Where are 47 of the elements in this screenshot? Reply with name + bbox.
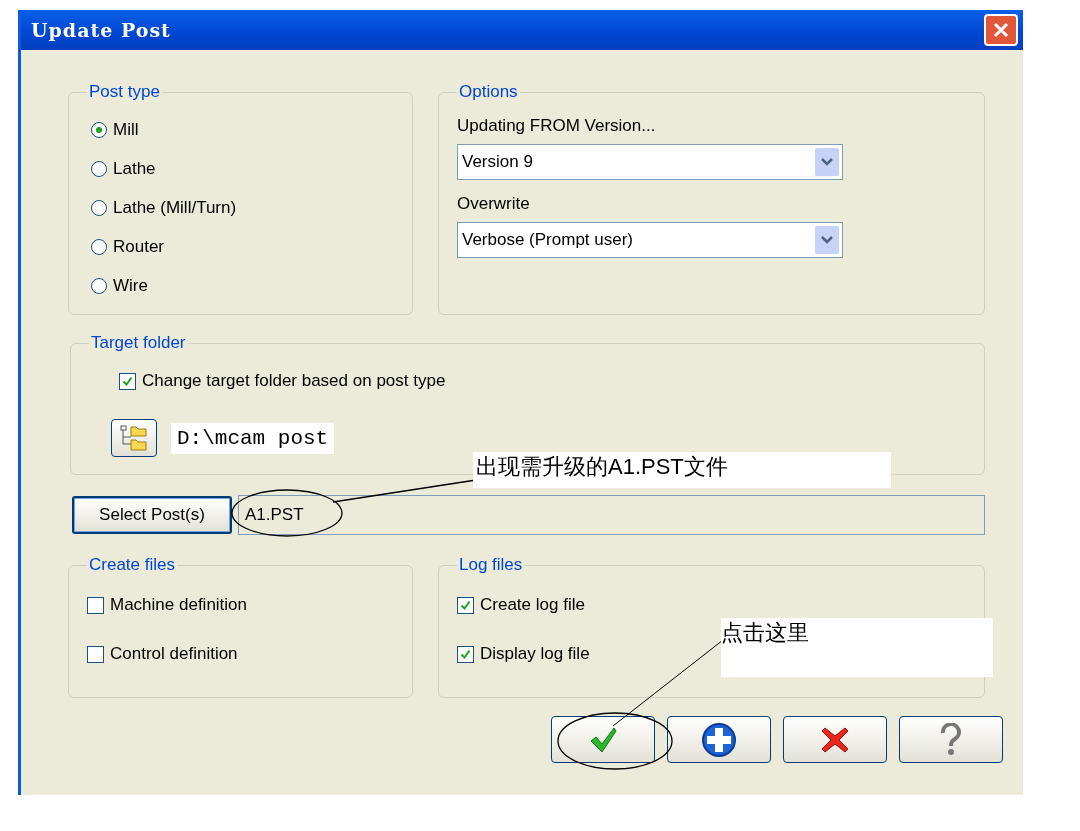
- plus-icon: [701, 721, 737, 758]
- help-button[interactable]: [899, 716, 1003, 763]
- overwrite-dropdown[interactable]: Verbose (Prompt user): [457, 222, 843, 258]
- selected-posts-field[interactable]: A1.PST: [238, 495, 985, 535]
- group-title: Target folder: [90, 333, 187, 353]
- folder-path: D:\mcam post: [171, 422, 335, 454]
- field-label: Overwrite: [457, 194, 531, 214]
- checkmark-icon: [460, 599, 471, 611]
- radio-button[interactable]: [91, 239, 107, 255]
- select-posts-button[interactable]: Select Post(s): [72, 496, 232, 534]
- radio-label: Wire: [113, 276, 148, 296]
- radio-button[interactable]: [91, 278, 107, 294]
- field-label: Updating FROM Version...: [457, 116, 657, 136]
- ok-button[interactable]: [551, 716, 655, 763]
- group-title: Create files: [88, 555, 176, 575]
- checkbox[interactable]: [87, 645, 104, 663]
- checkbox[interactable]: [119, 372, 136, 390]
- checkmark-icon: [122, 375, 133, 387]
- checkbox[interactable]: [457, 596, 474, 614]
- checkbox-label: Display log file: [480, 644, 590, 664]
- checkbox-label: Control definition: [110, 644, 238, 664]
- group-title: Options: [458, 82, 519, 102]
- checkbox-label: Create log file: [480, 595, 585, 615]
- checkmark-icon: [460, 648, 471, 660]
- window-title: Update Post: [31, 19, 171, 41]
- radio-label: Lathe: [113, 159, 156, 179]
- folder-tree-icon: [119, 424, 149, 452]
- group-title: Post type: [88, 82, 161, 102]
- close-icon: [992, 21, 1010, 39]
- checkbox-label: Machine definition: [110, 595, 248, 615]
- radio-button[interactable]: [91, 161, 107, 177]
- radio-label: Router: [113, 237, 165, 257]
- checkbox[interactable]: [457, 645, 474, 663]
- annotation-label: 点击这里: [721, 618, 993, 677]
- checkbox-label: Change target folder based on post type: [142, 371, 446, 391]
- radio-button[interactable]: [91, 200, 107, 216]
- annotation-label: 出现需升级的A1.PST文件: [473, 452, 891, 488]
- radio-label: Lathe (Mill/Turn): [113, 198, 237, 218]
- close-button[interactable]: [984, 14, 1018, 46]
- version-dropdown[interactable]: Version 9: [457, 144, 843, 180]
- cancel-button[interactable]: [783, 716, 887, 763]
- radio-label: Mill: [113, 120, 139, 140]
- radio-button[interactable]: [91, 122, 107, 138]
- add-button[interactable]: [667, 716, 771, 763]
- checkbox[interactable]: [87, 596, 104, 614]
- group-title: Log files: [458, 555, 524, 575]
- browse-folder-button[interactable]: [111, 419, 157, 457]
